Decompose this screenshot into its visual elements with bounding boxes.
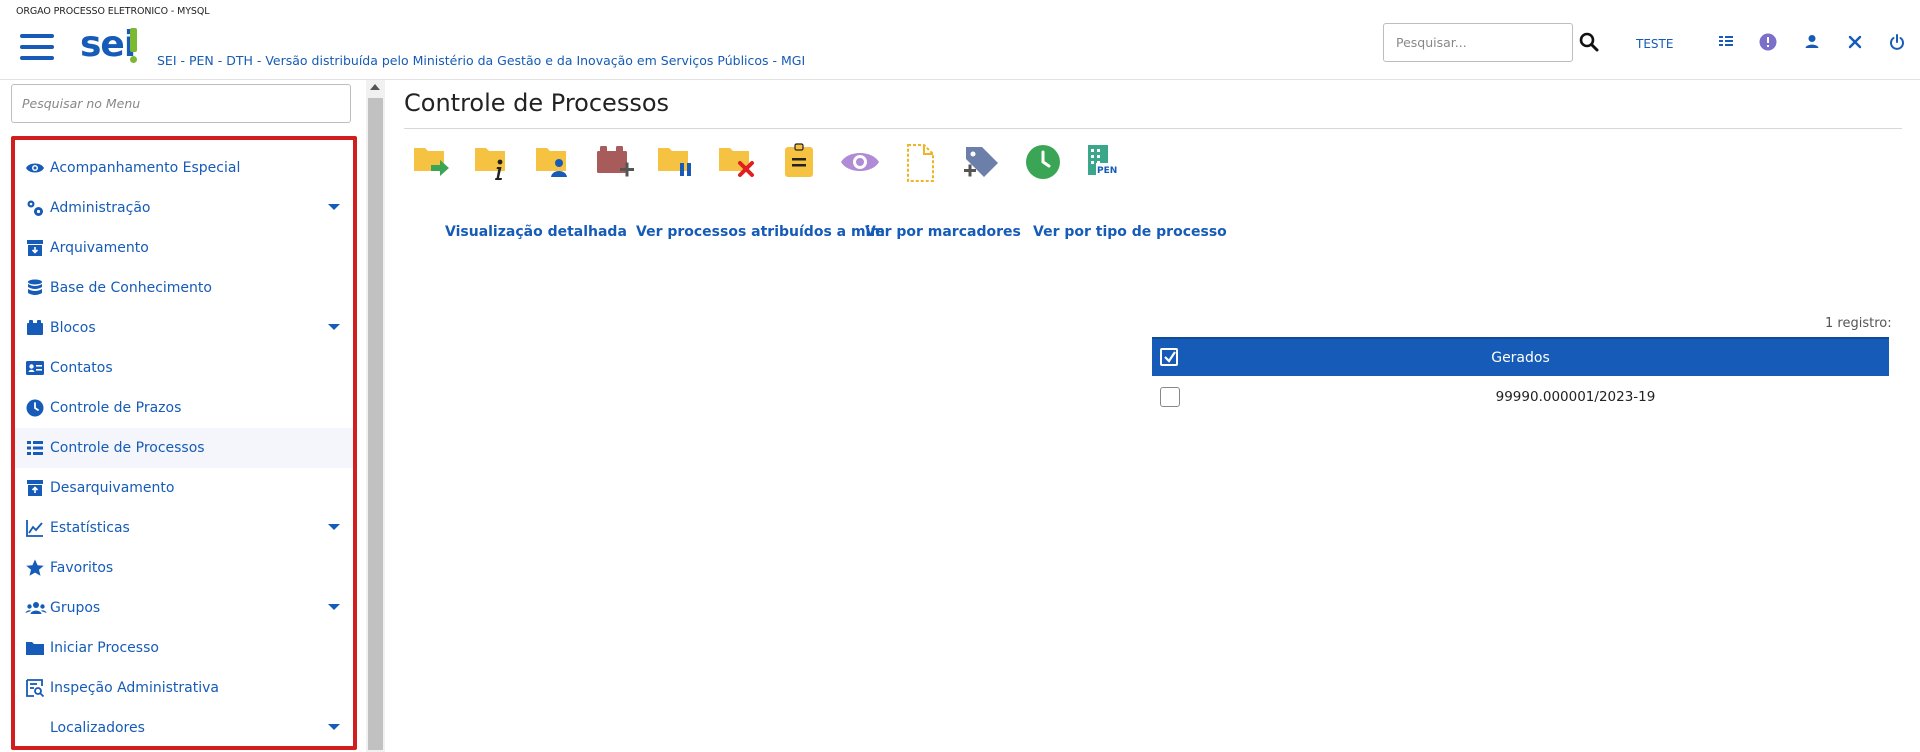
sidebar-item-label: Inspeção Administrativa <box>50 680 219 696</box>
logo-exclamation-dot <box>130 56 137 63</box>
link-ver-por-tipo[interactable]: Ver por tipo de processo <box>1033 224 1227 240</box>
menu-search-input[interactable] <box>11 84 351 123</box>
add-marker-icon[interactable] <box>960 141 1004 185</box>
database-icon <box>25 278 45 298</box>
sidebar-item-iniciar-processo[interactable]: Iniciar Processo <box>15 628 353 668</box>
gears-icon <box>25 198 45 218</box>
sidebar-item-label: Localizadores <box>50 720 145 736</box>
main-content: Controle de Processos PEN Visualização d… <box>385 80 1920 752</box>
clock-icon <box>25 398 45 418</box>
sidebar-item-blocos[interactable]: Blocos <box>15 308 353 348</box>
blocks-icon <box>25 318 45 338</box>
users-icon <box>25 598 47 618</box>
deadline-icon[interactable] <box>1021 141 1065 185</box>
sidebar-item-label: Administração <box>50 200 151 216</box>
sidebar-item-label: Desarquivamento <box>50 480 175 496</box>
hamburger-menu-icon[interactable] <box>20 34 54 64</box>
sidebar-item-label: Contatos <box>50 360 113 376</box>
archive-icon <box>25 238 45 258</box>
sidebar-item-arquivamento[interactable]: Arquivamento <box>15 228 353 268</box>
assign-process-icon[interactable] <box>533 141 577 185</box>
sidebar-item-controle-de-processos[interactable]: Controle de Processos <box>15 428 353 468</box>
user-icon[interactable] <box>1802 32 1822 52</box>
send-process-icon[interactable] <box>411 141 455 185</box>
scroll-up-arrow-icon[interactable] <box>370 84 380 90</box>
process-number-link[interactable]: 99990.000001/2023-19 <box>1152 389 1920 405</box>
pen-icon[interactable]: PEN <box>1082 141 1126 185</box>
search-icon[interactable] <box>1578 31 1600 53</box>
tools-icon[interactable] <box>1845 32 1865 52</box>
sidebar-item-grupos[interactable]: Grupos <box>15 588 353 628</box>
sei-logo[interactable]: sei <box>80 22 140 68</box>
contact-card-icon <box>25 358 45 378</box>
sidebar: Acompanhamento Especial Administração Ar… <box>0 80 385 752</box>
org-name: ORGAO PROCESSO ELETRONICO - MYSQL <box>16 6 210 17</box>
sidebar-item-label: Arquivamento <box>50 240 149 256</box>
process-info-icon[interactable] <box>472 141 516 185</box>
list-icon <box>25 438 45 458</box>
chevron-down-icon[interactable] <box>328 524 340 530</box>
power-icon[interactable] <box>1887 32 1907 52</box>
sidebar-scrollbar[interactable] <box>366 80 385 752</box>
unarchive-icon <box>25 478 45 498</box>
chevron-down-icon[interactable] <box>328 604 340 610</box>
chevron-down-icon[interactable] <box>328 324 340 330</box>
chevron-down-icon[interactable] <box>328 724 340 730</box>
user-unit-label[interactable]: TESTE <box>1636 37 1673 51</box>
sidebar-item-contatos[interactable]: Contatos <box>15 348 353 388</box>
sidebar-item-label: Controle de Processos <box>50 440 205 456</box>
link-processos-atribuidos[interactable]: Ver processos atribuídos a mim <box>636 224 885 240</box>
page-title: Controle de Processos <box>404 89 670 117</box>
grid-icon[interactable] <box>1716 32 1736 52</box>
line-chart-icon <box>25 518 45 538</box>
sidebar-item-label: Favoritos <box>50 560 114 576</box>
document-icon[interactable] <box>899 141 943 185</box>
sidebar-item-label: Controle de Prazos <box>50 400 182 416</box>
sidebar-item-label: Iniciar Processo <box>50 640 159 656</box>
info-icon[interactable] <box>1758 32 1778 52</box>
sidebar-item-localizadores[interactable]: Localizadores <box>15 708 353 746</box>
link-ver-por-marcadores[interactable]: Ver por marcadores <box>865 224 1021 240</box>
top-header: ORGAO PROCESSO ELETRONICO - MYSQL sei SE… <box>0 0 1920 80</box>
sidebar-item-estatisticas[interactable]: Estatísticas <box>15 508 353 548</box>
logo-exclamation-bar <box>130 28 137 52</box>
sidebar-item-base-de-conhecimento[interactable]: Base de Conhecimento <box>15 268 353 308</box>
sidebar-item-label: Acompanhamento Especial <box>50 160 241 176</box>
logo-text: sei <box>80 24 136 65</box>
svg-text:PEN: PEN <box>1097 166 1117 176</box>
scrollbar-thumb[interactable] <box>368 98 383 750</box>
processes-table: Gerados 99990.000001/2023-19 <box>1152 337 1889 416</box>
table-row: 99990.000001/2023-19 <box>1152 376 1889 416</box>
sidebar-item-label: Base de Conhecimento <box>50 280 212 296</box>
sidebar-item-acompanhamento-especial[interactable]: Acompanhamento Especial <box>15 148 353 188</box>
sidebar-menu: Acompanhamento Especial Administração Ar… <box>11 136 357 750</box>
sidebar-item-inspecao-administrativa[interactable]: Inspeção Administrativa <box>15 668 353 708</box>
sidebar-item-controle-de-prazos[interactable]: Controle de Prazos <box>15 388 353 428</box>
title-divider <box>404 128 1902 129</box>
sidebar-item-label: Blocos <box>50 320 96 336</box>
notes-icon[interactable] <box>777 141 821 185</box>
sidebar-item-label: Estatísticas <box>50 520 130 536</box>
table-header: Gerados <box>1152 337 1889 376</box>
sidebar-item-administracao[interactable]: Administração <box>15 188 353 228</box>
star-icon <box>25 558 45 578</box>
sidebar-item-label: Grupos <box>50 600 101 616</box>
add-to-block-icon[interactable] <box>594 141 638 185</box>
eye-icon <box>25 158 45 178</box>
close-process-icon[interactable] <box>716 141 760 185</box>
sidebar-item-favoritos[interactable]: Favoritos <box>15 548 353 588</box>
chevron-down-icon[interactable] <box>328 204 340 210</box>
inspection-icon <box>25 678 45 698</box>
system-name: SEI - PEN - DTH - Versão distribuída pel… <box>157 53 806 68</box>
view-icon[interactable] <box>838 141 882 185</box>
pause-process-icon[interactable] <box>655 141 699 185</box>
sidebar-item-desarquivamento[interactable]: Desarquivamento <box>15 468 353 508</box>
folder-icon <box>25 638 45 658</box>
table-header-label: Gerados <box>1491 350 1550 366</box>
records-count: 1 registro: <box>1825 316 1892 331</box>
link-visualizacao-detalhada[interactable]: Visualização detalhada <box>445 224 627 240</box>
global-search-input[interactable] <box>1383 23 1573 62</box>
